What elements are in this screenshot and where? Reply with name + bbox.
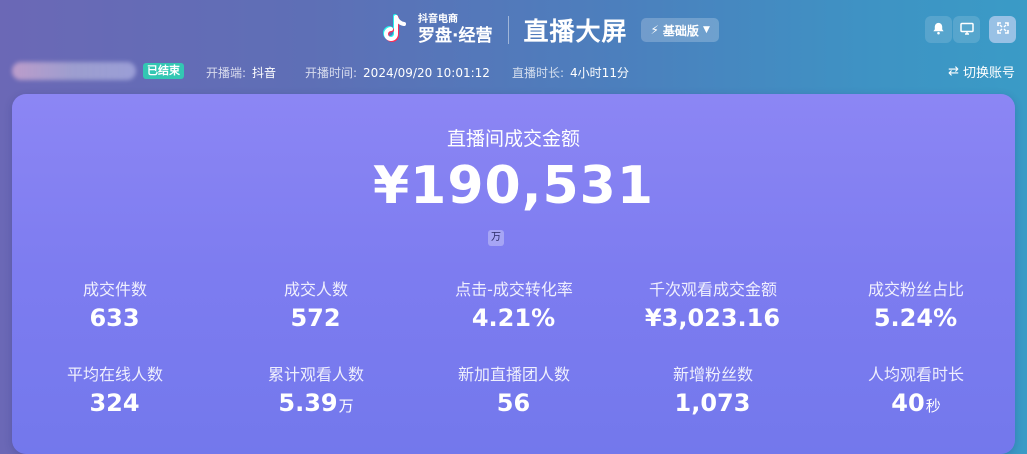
header-divider (508, 16, 510, 44)
metric-value: 56 (496, 389, 531, 417)
duration-label: 直播时长: (512, 66, 565, 80)
platform-info: 开播端: 抖音 (206, 64, 276, 81)
metric-value: 40秒 (891, 389, 941, 417)
metric-value: ¥3,023.16 (644, 304, 781, 332)
douyin-logo-icon (378, 13, 412, 47)
start-time-value: 2024/09/20 10:01:12 (363, 66, 490, 80)
metrics-card: 直播间成交金额 ¥190,531 万 成交件数 633 成交人数 572 点击-… (12, 94, 1015, 454)
bell-icon (932, 20, 945, 39)
metric-item: 点击-成交转化率 4.21% (419, 276, 609, 332)
status-badge: 已结束 (143, 63, 184, 79)
metric-value: 572 (290, 304, 341, 332)
caret-down-icon: ▼ (702, 25, 710, 35)
metric-item: 成交粉丝占比 5.24% (821, 276, 1011, 332)
metric-item: 成交人数 572 (221, 276, 411, 332)
metric-label: 新增粉丝数 (672, 365, 753, 384)
logo-small-text: 抖音电商 (418, 14, 458, 25)
metric-label: 平均在线人数 (66, 365, 163, 384)
metric-value: 4.21% (471, 304, 556, 332)
metric-item: 平均在线人数 324 (20, 361, 210, 417)
metric-label: 成交件数 (82, 280, 147, 299)
monitor-icon (959, 20, 974, 39)
metric-label: 成交粉丝占比 (867, 280, 964, 299)
screen-mode-button[interactable] (953, 16, 980, 43)
metric-value: 5.39万 (278, 389, 354, 417)
duration-value: 4小时11分 (570, 66, 629, 80)
metric-label: 成交人数 (283, 280, 348, 299)
metric-item: 成交件数 633 (20, 276, 210, 332)
metric-value: 1,073 (674, 389, 751, 417)
logo-text: 抖音电商 罗盘·经营 (418, 15, 492, 45)
version-dropdown-button[interactable]: ⚡ 基础版 ▼ (641, 18, 719, 42)
lightning-icon: ⚡ (650, 23, 659, 37)
duration-info: 直播时长: 4小时11分 (512, 64, 629, 81)
metric-label: 点击-成交转化率 (455, 280, 573, 299)
account-name-blurred (12, 62, 136, 80)
metric-item: 累计观看人数 5.39万 (221, 361, 411, 417)
live-info-bar: 已结束 开播端: 抖音 开播时间: 2024/09/20 10:01:12 直播时长… (0, 58, 1027, 86)
metric-label: 新加直播团人数 (457, 365, 570, 384)
metric-value: 633 (89, 304, 140, 332)
gmv-label: 直播间成交金额 (446, 128, 580, 150)
notification-button[interactable] (925, 16, 952, 43)
header: 抖音电商 罗盘·经营 直播大屏 ⚡ 基础版 ▼ (0, 0, 1027, 58)
start-time-info: 开播时间: 2024/09/20 10:01:12 (305, 64, 490, 81)
metric-item: 人均观看时长 40秒 (821, 361, 1011, 417)
metric-value: 324 (89, 389, 140, 417)
switch-account-label: 切换账号 (962, 66, 1015, 81)
logo-main-text: 罗盘·经营 (418, 26, 493, 46)
version-label: 基础版 (662, 23, 699, 38)
fullscreen-icon (996, 20, 1010, 39)
fullscreen-button[interactable] (989, 16, 1016, 43)
metric-label: 人均观看时长 (867, 365, 964, 384)
start-time-label: 开播时间: (305, 66, 358, 80)
unit-toggle-chip[interactable]: 万 (488, 230, 504, 246)
switch-arrows-icon: ⇄ (948, 64, 959, 79)
platform-label: 开播端: (206, 66, 247, 80)
metric-label: 千次观看成交金额 (648, 280, 777, 299)
gmv-value: ¥190,531 (372, 156, 655, 216)
metric-value: 5.24% (873, 304, 958, 332)
brand: 抖音电商 罗盘·经营 直播大屏 ⚡ 基础版 ▼ (378, 12, 719, 48)
page-title: 直播大屏 (523, 17, 628, 46)
platform-value: 抖音 (252, 66, 277, 80)
metric-item: 千次观看成交金额 ¥3,023.16 (618, 276, 808, 332)
metric-item: 新增粉丝数 1,073 (618, 361, 808, 417)
switch-account-button[interactable]: ⇄ 切换账号 (948, 62, 1015, 81)
metric-item: 新加直播团人数 56 (419, 361, 609, 417)
metric-label: 累计观看人数 (267, 365, 364, 384)
